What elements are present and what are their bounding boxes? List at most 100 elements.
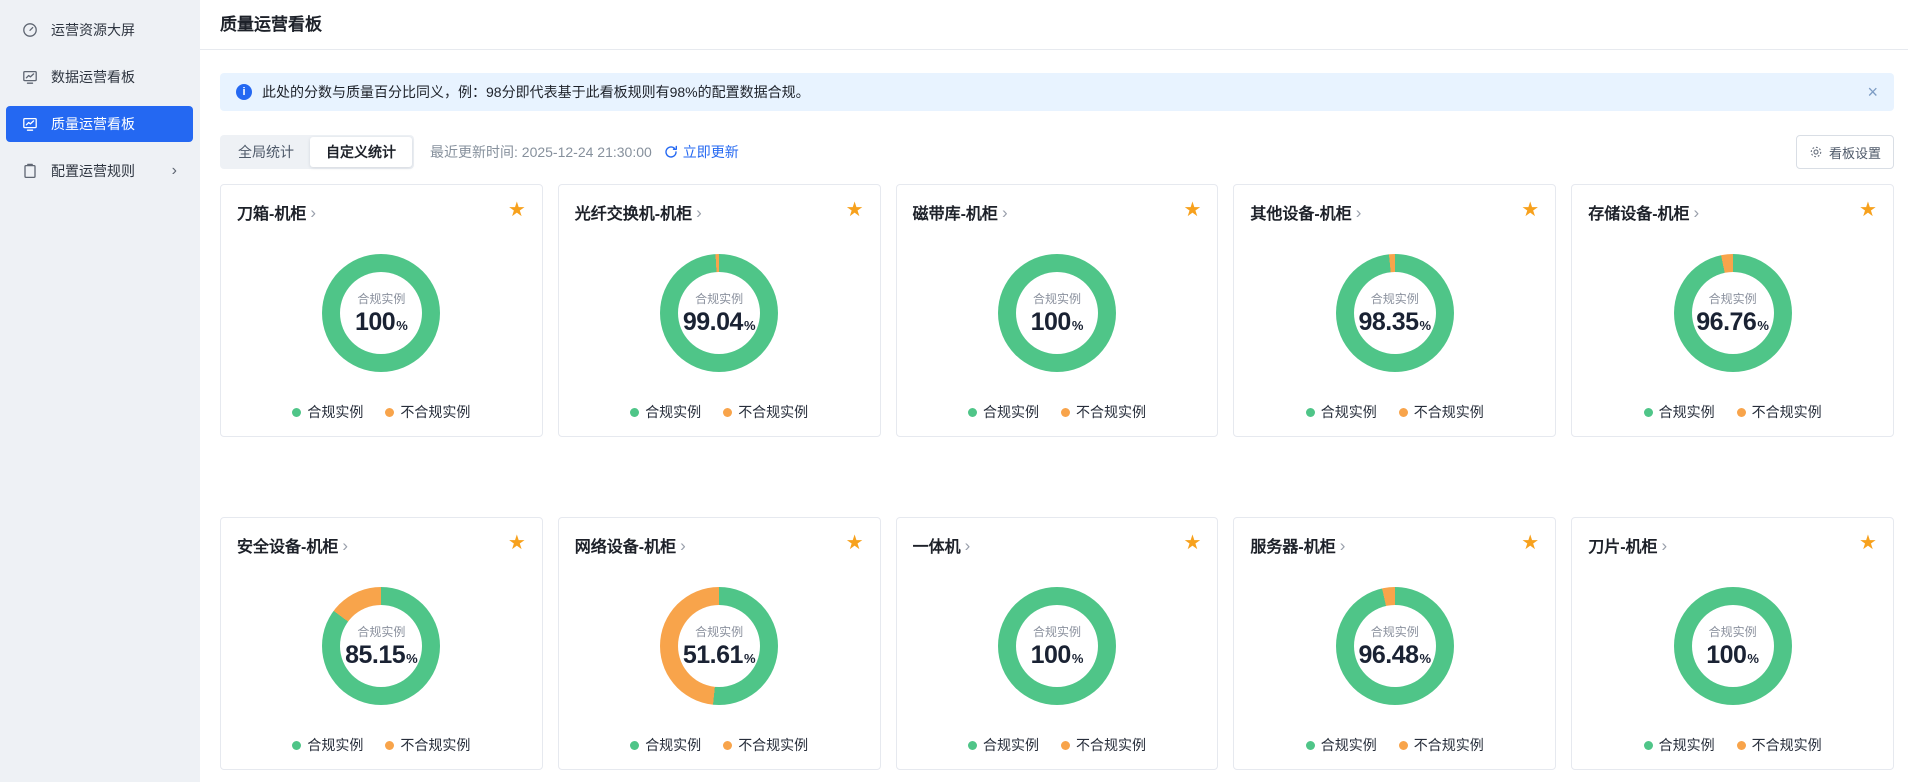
legend-dot-noncompliant-icon	[1398, 407, 1408, 417]
sidebar-item-resource-screen[interactable]: 运营资源大屏	[6, 12, 193, 48]
legend-dot-compliant-icon	[630, 740, 640, 750]
card-title: 服务器-机柜	[1250, 539, 1336, 556]
card-title-link[interactable]: 安全设备-机柜 ›	[237, 533, 348, 557]
chart-legend: 合规实例 不合规实例	[575, 735, 864, 755]
star-icon[interactable]: ★	[846, 200, 864, 220]
sidebar-item-config-rules[interactable]: 配置运营规则 ›	[6, 153, 193, 189]
donut-center-value: 98.35%	[1358, 307, 1432, 336]
legend-item-compliant[interactable]: 合规实例	[292, 402, 363, 422]
quality-card: 安全设备-机柜 › ★ 合规实例 85.15% 合规实例 不合规实例	[220, 517, 543, 770]
info-icon: i	[236, 84, 252, 100]
star-icon[interactable]: ★	[1859, 200, 1877, 220]
legend-item-compliant[interactable]: 合规实例	[1305, 402, 1377, 422]
quality-card: 刀箱-机柜 › ★ 合规实例 100% 合规实例 不合规实例	[220, 184, 543, 437]
legend-item-compliant[interactable]: 合规实例	[1643, 735, 1715, 755]
card-title-link[interactable]: 刀箱-机柜 ›	[237, 200, 316, 224]
card-title-link[interactable]: 刀片-机柜 ›	[1588, 533, 1667, 557]
legend-item-noncompliant[interactable]: 不合规实例	[1736, 735, 1822, 755]
legend-item-noncompliant[interactable]: 不合规实例	[1398, 735, 1484, 755]
quality-card: 网络设备-机柜 › ★ 合规实例 51.61% 合规实例 不合规实例	[557, 517, 881, 770]
legend-dot-compliant-icon	[292, 740, 302, 750]
quality-card: 存储设备-机柜 › ★ 合规实例 96.76% 合规实例 不合规实例	[1571, 184, 1894, 437]
star-icon[interactable]: ★	[1183, 200, 1201, 220]
star-icon[interactable]: ★	[1521, 200, 1539, 220]
close-icon[interactable]: ×	[1867, 83, 1878, 101]
legend-dot-compliant-icon	[1643, 740, 1653, 750]
legend-item-compliant[interactable]: 合规实例	[1305, 735, 1377, 755]
star-icon[interactable]: ★	[1859, 533, 1877, 553]
chart-legend: 合规实例 不合规实例	[1250, 402, 1539, 422]
donut-chart: 合规实例 98.35%	[1335, 254, 1454, 372]
toolbar: 全局统计 自定义统计 最近更新时间: 2025-12-24 21:30:00 立…	[220, 135, 1894, 169]
refresh-now-link[interactable]: 立即更新	[664, 142, 739, 162]
legend-item-compliant[interactable]: 合规实例	[1643, 402, 1715, 422]
donut-center-label: 合规实例	[1708, 624, 1757, 639]
chart-legend: 合规实例 不合规实例	[913, 402, 1202, 422]
legend-dot-compliant-icon	[1305, 740, 1315, 750]
donut-center-label: 合规实例	[695, 291, 744, 306]
chevron-right-icon: ›	[964, 535, 971, 555]
card-title-link[interactable]: 其他设备-机柜 ›	[1250, 200, 1361, 224]
card-title-link[interactable]: 服务器-机柜 ›	[1250, 533, 1345, 557]
legend-item-compliant[interactable]: 合规实例	[630, 402, 701, 422]
donut-center-value: 85.15%	[345, 640, 418, 669]
donut-center-value: 100%	[1030, 640, 1084, 669]
star-icon[interactable]: ★	[1521, 533, 1539, 553]
star-icon[interactable]: ★	[508, 533, 526, 553]
card-title: 网络设备-机柜	[574, 539, 677, 556]
main-area: 质量运营看板 i 此处的分数与质量百分比同义，例：98分即代表基于此看板规则有9…	[200, 0, 1908, 782]
card-title: 其他设备-机柜	[1250, 206, 1352, 223]
legend-item-noncompliant[interactable]: 不合规实例	[385, 735, 470, 755]
legend-item-compliant[interactable]: 合规实例	[630, 735, 701, 755]
tab-custom-stats[interactable]: 自定义统计	[310, 137, 412, 167]
card-title: 磁带库-机柜	[912, 206, 998, 223]
legend-item-noncompliant[interactable]: 不合规实例	[723, 735, 808, 755]
donut-center-value: 51.61%	[682, 640, 756, 669]
legend-dot-noncompliant-icon	[385, 407, 395, 417]
legend-item-noncompliant[interactable]: 不合规实例	[1736, 402, 1822, 422]
gear-icon	[1810, 146, 1822, 158]
legend-item-noncompliant[interactable]: 不合规实例	[385, 402, 470, 422]
card-title: 刀箱-机柜	[237, 206, 307, 223]
donut-center-value: 96.48%	[1358, 640, 1432, 669]
sidebar-item-label: 质量运营看板	[51, 116, 135, 132]
sidebar-item-data-dashboard[interactable]: 数据运营看板	[6, 59, 193, 95]
star-icon[interactable]: ★	[1183, 533, 1201, 553]
legend-item-noncompliant[interactable]: 不合规实例	[1060, 735, 1146, 755]
legend-item-noncompliant[interactable]: 不合规实例	[1398, 402, 1484, 422]
donut-center-label: 合规实例	[357, 291, 406, 306]
chevron-right-icon: ›	[171, 162, 177, 179]
sidebar-item-quality-dashboard[interactable]: 质量运营看板	[6, 106, 193, 142]
legend-item-compliant[interactable]: 合规实例	[292, 735, 363, 755]
card-title-link[interactable]: 磁带库-机柜 ›	[913, 200, 1008, 224]
chevron-right-icon: ›	[310, 202, 317, 222]
chart-legend: 合规实例 不合规实例	[1588, 735, 1877, 755]
card-title-link[interactable]: 光纤交换机-机柜 ›	[575, 200, 702, 224]
quality-card: 磁带库-机柜 › ★ 合规实例 100% 合规实例 不合规实例	[895, 184, 1219, 437]
legend-item-compliant[interactable]: 合规实例	[967, 735, 1039, 755]
legend-dot-compliant-icon	[1643, 407, 1653, 417]
legend-dot-noncompliant-icon	[1736, 740, 1746, 750]
stats-tab-group: 全局统计 自定义统计	[220, 135, 414, 169]
quality-card: 刀片-机柜 › ★ 合规实例 100% 合规实例 不合规实例	[1571, 517, 1894, 770]
legend-item-compliant[interactable]: 合规实例	[967, 402, 1039, 422]
card-title-link[interactable]: 存储设备-机柜 ›	[1588, 200, 1699, 224]
card-title-link[interactable]: 一体机 ›	[913, 533, 971, 557]
star-icon[interactable]: ★	[508, 200, 526, 220]
donut-center-value: 100%	[1030, 307, 1084, 336]
legend-dot-noncompliant-icon	[1060, 740, 1070, 750]
card-title-link[interactable]: 网络设备-机柜 ›	[575, 533, 686, 557]
donut-chart: 合规实例 100%	[322, 254, 441, 372]
chart-legend: 合规实例 不合规实例	[1588, 402, 1877, 422]
legend-item-noncompliant[interactable]: 不合规实例	[723, 402, 808, 422]
donut-center-value: 100%	[355, 307, 408, 336]
tab-global-stats[interactable]: 全局统计	[222, 137, 310, 167]
legend-item-noncompliant[interactable]: 不合规实例	[1060, 402, 1146, 422]
sidebar-item-label: 配置运营规则	[51, 163, 135, 179]
board-settings-button[interactable]: 看板设置	[1795, 135, 1894, 169]
legend-dot-compliant-icon	[292, 407, 302, 417]
sidebar-item-label: 数据运营看板	[51, 69, 135, 85]
star-icon[interactable]: ★	[846, 533, 864, 553]
card-title: 刀片-机柜	[1588, 539, 1658, 556]
donut-chart: 合规实例 100%	[997, 587, 1116, 705]
